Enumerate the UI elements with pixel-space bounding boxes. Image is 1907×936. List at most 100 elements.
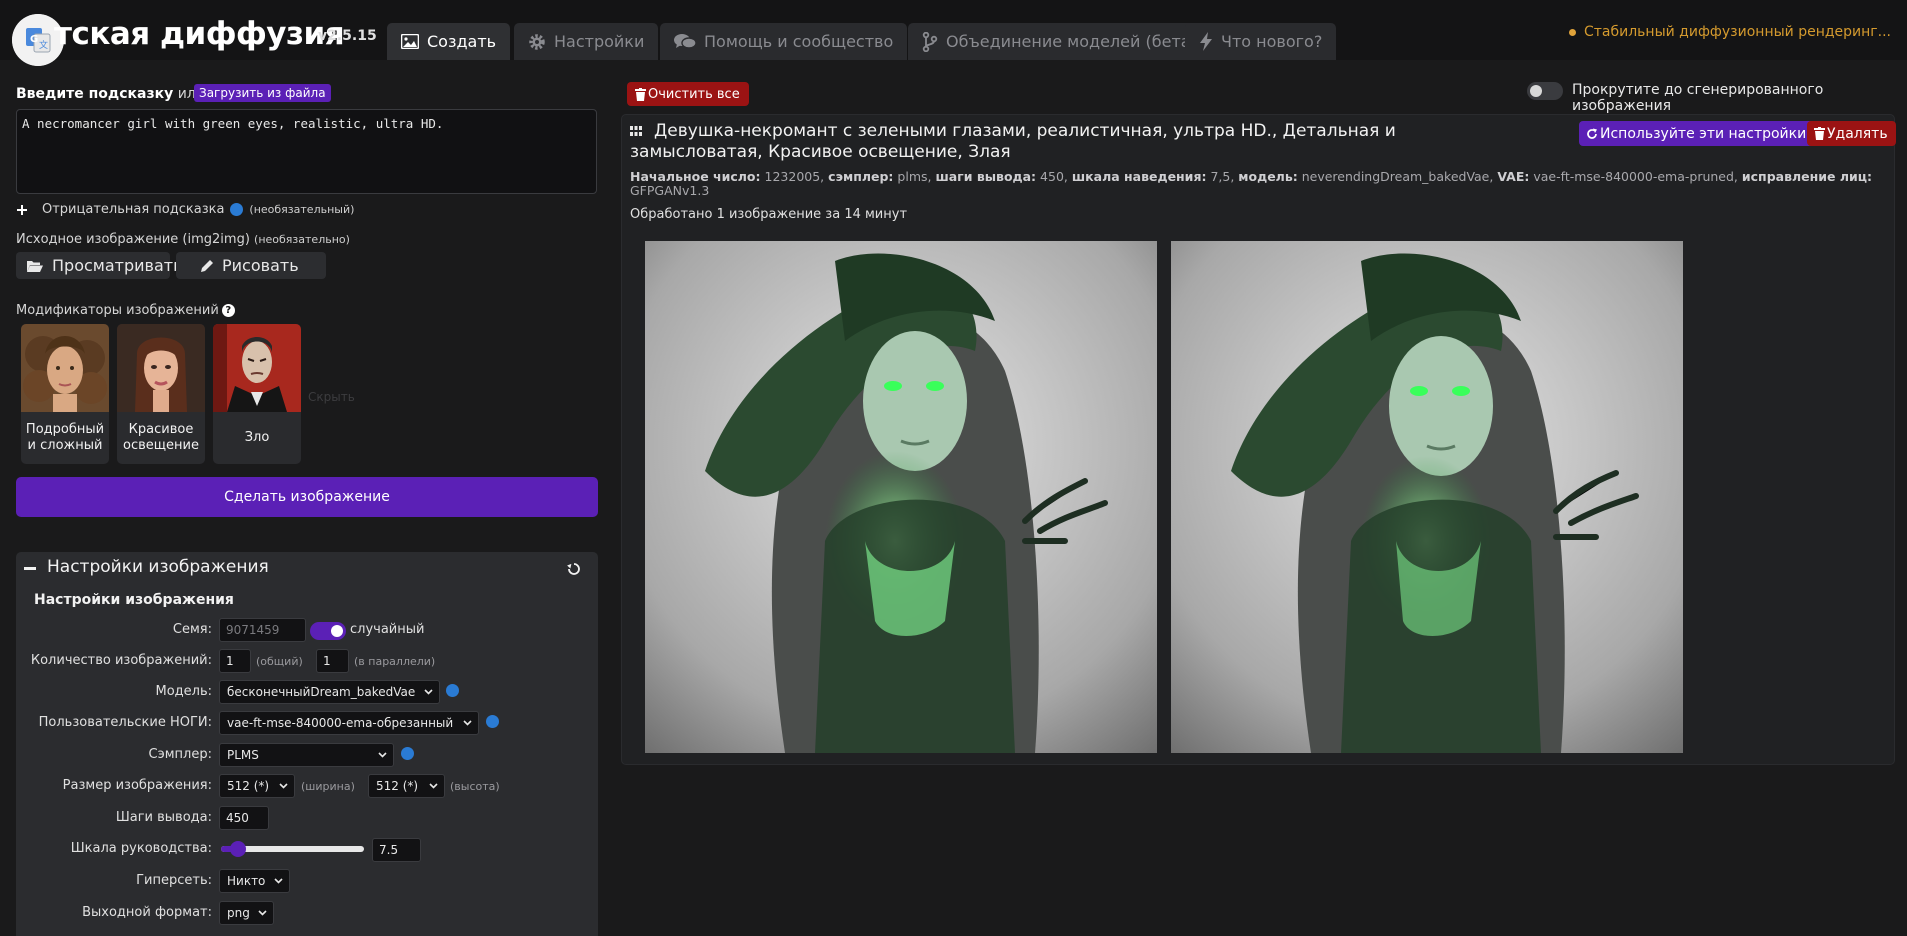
- height-value: 512 (*): [376, 779, 419, 793]
- redo-icon: [1586, 128, 1598, 140]
- image-modifiers-label: Модификаторы изображений?: [16, 303, 235, 318]
- modifier-thumbnail: [213, 324, 301, 412]
- app-version: v2.5.15: [318, 28, 377, 44]
- negative-prompt-toggle[interactable]: Отрицательная подсказка (необязательный): [16, 202, 354, 217]
- tab-model-merge[interactable]: Объединение моделей (бета): [908, 23, 1211, 60]
- clear-all-label: Очистить все: [648, 86, 740, 102]
- processing-summary: Обработано 1 изображение за 14 минут: [630, 207, 908, 222]
- inference-steps-input[interactable]: 450: [219, 806, 269, 830]
- height-select[interactable]: 512 (*): [368, 774, 445, 798]
- sampler-label: Сэмплер:: [148, 747, 212, 762]
- width-value: 512 (*): [227, 779, 270, 793]
- random-seed-toggle[interactable]: [310, 622, 346, 640]
- auto-scroll-label: Прокрутите до сгенерированного изображен…: [1572, 82, 1824, 114]
- guidance-slider-track[interactable]: [221, 841, 364, 857]
- custom-vae-label: Пользовательские НОГИ:: [38, 715, 212, 730]
- trash-icon: [1814, 127, 1825, 140]
- trash-icon: [635, 87, 646, 101]
- tab-label: Помощь и сообщество: [704, 32, 894, 51]
- prompt-label: Введите подсказку или: [16, 86, 205, 102]
- clear-all-button[interactable]: Очистить все: [627, 82, 749, 106]
- width-select[interactable]: 512 (*): [219, 774, 295, 798]
- result-image[interactable]: [645, 241, 1157, 753]
- chevron-down-icon: [279, 783, 288, 789]
- info-icon[interactable]: [401, 747, 414, 760]
- chevron-down-icon: [274, 878, 283, 884]
- svg-text:文: 文: [39, 39, 48, 51]
- info-icon[interactable]: [486, 715, 499, 728]
- prompt-input[interactable]: A necromancer girl with green eyes, real…: [16, 109, 597, 194]
- output-format-label: Выходной формат:: [82, 905, 212, 920]
- inference-steps-label: Шаги вывода:: [115, 810, 212, 825]
- num-images-total-hint: (общий): [256, 655, 303, 668]
- draw-label: Рисовать: [222, 256, 299, 275]
- modifier-card-evil[interactable]: Зло: [213, 324, 301, 464]
- num-images-label: Количество изображений:: [30, 653, 212, 668]
- custom-vae-value: vae-ft-mse-840000-ema-обрезанный: [227, 716, 454, 730]
- guidance-scale-label: Шкала руководства:: [70, 841, 212, 856]
- model-label: Модель:: [155, 684, 212, 699]
- modifier-label: Зло: [244, 430, 270, 445]
- code-branch-icon: [922, 31, 938, 52]
- settings-subtitle: Настройки изображения: [34, 592, 234, 608]
- seed-label: Семя:: [172, 622, 212, 637]
- server-status: Стабильный диффузионный рендеринг...: [1568, 24, 1891, 40]
- draw-button[interactable]: Рисовать: [176, 252, 326, 279]
- help-icon[interactable]: ?: [221, 304, 235, 317]
- delete-label: Удалять: [1827, 125, 1888, 142]
- delete-button[interactable]: Удалять: [1807, 121, 1896, 146]
- app-title: тская диффузия: [54, 16, 345, 52]
- result-image[interactable]: [1171, 241, 1683, 753]
- chevron-down-icon: [258, 910, 267, 916]
- output-format-value: png: [227, 906, 250, 920]
- hypernetwork-select[interactable]: Никто: [219, 869, 290, 893]
- comments-icon: [674, 33, 696, 50]
- browse-label: Просматривать: [52, 256, 183, 275]
- status-text: Стабильный диффузионный рендеринг...: [1583, 24, 1891, 40]
- collapse-minus-icon[interactable]: [24, 567, 36, 570]
- image-icon: [401, 34, 419, 49]
- modifier-thumbnail: [21, 324, 109, 412]
- status-dot-icon: [1568, 28, 1576, 36]
- custom-vae-select[interactable]: vae-ft-mse-840000-ema-обрезанный: [219, 711, 479, 735]
- num-images-total-input[interactable]: 1: [219, 649, 251, 673]
- hypernetwork-value: Никто: [227, 874, 266, 888]
- sampler-select[interactable]: PLMS: [219, 743, 394, 767]
- modifier-card-beautiful-lighting[interactable]: Красивое освещение: [117, 324, 205, 464]
- tab-create[interactable]: Создать: [387, 23, 511, 60]
- info-icon[interactable]: [446, 684, 459, 697]
- reset-icon[interactable]: [567, 562, 581, 576]
- use-these-settings-button[interactable]: Используйте эти настройки: [1579, 121, 1815, 146]
- tab-settings[interactable]: Настройки: [514, 23, 659, 60]
- browse-button[interactable]: Просматривать: [16, 252, 183, 279]
- output-format-select[interactable]: png: [219, 901, 274, 925]
- num-images-parallel-input[interactable]: 1: [316, 649, 349, 673]
- svg-text:G: G: [30, 34, 38, 45]
- plus-icon: [16, 204, 28, 216]
- init-image-label: Исходное изображение (img2img) (необязат…: [16, 232, 350, 247]
- seed-input[interactable]: 9071459: [219, 618, 306, 642]
- hypernetwork-label: Гиперсеть:: [136, 873, 212, 888]
- negative-prompt-optional: (необязательный): [249, 203, 355, 216]
- guidance-scale-input[interactable]: 7.5: [372, 838, 421, 862]
- auto-scroll-toggle[interactable]: [1527, 82, 1563, 100]
- chevron-down-icon: [378, 752, 387, 758]
- tab-whats-new[interactable]: Что нового?: [1185, 23, 1337, 60]
- tab-label: Объединение моделей (бета): [946, 32, 1197, 51]
- tab-help-community[interactable]: Помощь и сообщество: [660, 23, 908, 60]
- info-icon[interactable]: [230, 203, 244, 216]
- modifier-label: Подробный и сложный: [25, 422, 105, 453]
- make-image-button[interactable]: Сделать изображение: [16, 477, 598, 517]
- pencil-icon: [200, 259, 214, 273]
- image-size-label: Размер изображения:: [62, 778, 212, 793]
- settings-title: Настройки изображения: [47, 557, 269, 577]
- modifier-card-detailed[interactable]: Подробный и сложный: [21, 324, 109, 464]
- modifiers-more-link[interactable]: Скрыть: [308, 390, 355, 404]
- negative-prompt-label: Отрицательная подсказка: [42, 202, 225, 217]
- load-from-file-button[interactable]: Загрузить из файла: [194, 84, 331, 102]
- model-select[interactable]: бесконечныйDream_bakedVae: [219, 680, 440, 704]
- tab-label: Настройки: [554, 32, 645, 51]
- width-hint: (ширина): [301, 780, 355, 793]
- result-prompt-text: Девушка-некромант с зелеными глазами, ре…: [630, 121, 1396, 162]
- tab-label: Создать: [427, 32, 497, 51]
